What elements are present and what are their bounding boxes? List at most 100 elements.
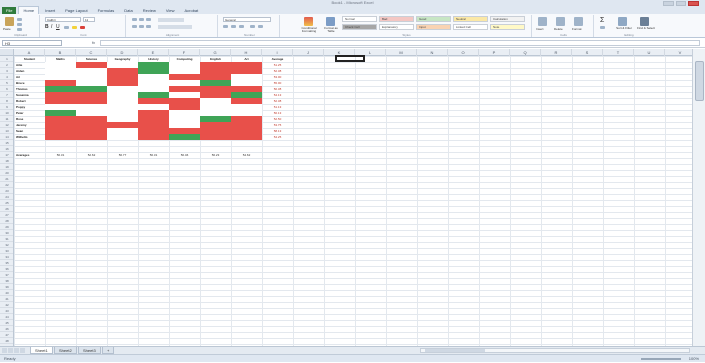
font-name-select[interactable]: Calibri xyxy=(45,17,81,22)
ribbon-tab-view[interactable]: View xyxy=(162,7,179,14)
prev-sheet-icon[interactable] xyxy=(8,348,13,353)
sheet-tab-sheet1[interactable]: Sheet1 xyxy=(30,347,53,354)
fill-icon[interactable] xyxy=(600,26,605,29)
sheet-tab-sheet3[interactable]: Sheet3 xyxy=(78,347,101,354)
find-select-button[interactable]: Find & Select xyxy=(636,27,656,30)
borders-icon[interactable] xyxy=(64,26,69,29)
ribbon-tab-acrobat[interactable]: Acrobat xyxy=(180,7,202,14)
autosum-icon[interactable]: Σ xyxy=(600,17,604,24)
ribbon-tab-page-layout[interactable]: Page Layout xyxy=(61,7,91,14)
merge-center-button[interactable] xyxy=(158,25,192,29)
zoom-slider[interactable] xyxy=(641,358,681,360)
subject-average-cell[interactable]: 56.31 xyxy=(45,152,76,158)
worksheet-grid[interactable]: Student Maths Science Geography History Compu… xyxy=(14,56,692,346)
ribbon-tab-review[interactable]: Review xyxy=(139,7,160,14)
cell-style-calculation[interactable]: Calculation xyxy=(490,16,525,22)
column-header[interactable]: U xyxy=(634,49,665,56)
cell-style-note[interactable]: Note xyxy=(490,24,525,30)
student-name-cell[interactable]: Wilhelm xyxy=(14,134,47,140)
format-cells-icon[interactable] xyxy=(574,17,583,26)
averages-label-cell[interactable]: Averages xyxy=(14,152,47,158)
formula-input[interactable] xyxy=(100,40,700,46)
column-header[interactable]: B xyxy=(45,49,76,56)
vertical-scroll-thumb[interactable] xyxy=(695,61,704,101)
insert-button[interactable]: Insert xyxy=(536,27,544,31)
align-right-icon[interactable] xyxy=(146,25,151,28)
cell-style-bad[interactable]: Bad xyxy=(379,16,414,22)
column-header[interactable]: S xyxy=(572,49,603,56)
paste-icon[interactable] xyxy=(5,17,14,26)
column-header[interactable]: F xyxy=(169,49,200,56)
subject-average-cell[interactable]: 56.31 xyxy=(138,152,169,158)
copy-icon[interactable] xyxy=(17,23,22,26)
column-header[interactable]: H xyxy=(231,49,262,56)
comma-icon[interactable] xyxy=(239,25,244,28)
score-cell[interactable] xyxy=(231,134,262,140)
column-header[interactable]: J xyxy=(293,49,324,56)
format-painter-icon[interactable] xyxy=(17,28,22,31)
column-header[interactable]: A xyxy=(14,49,45,56)
score-cell[interactable] xyxy=(200,134,231,140)
column-header[interactable]: N xyxy=(417,49,448,56)
ribbon-tab-data[interactable]: Data xyxy=(120,7,136,14)
next-sheet-icon[interactable] xyxy=(14,348,19,353)
horizontal-scroll-thumb[interactable] xyxy=(425,349,485,352)
score-cell[interactable] xyxy=(169,134,200,140)
wrap-text-button[interactable] xyxy=(158,18,184,22)
find-select-icon[interactable] xyxy=(640,17,649,26)
align-center-icon[interactable] xyxy=(139,25,144,28)
row-header[interactable]: 48 xyxy=(0,338,13,344)
cell-style-normal[interactable]: Normal xyxy=(342,16,377,22)
active-cell[interactable] xyxy=(335,55,365,62)
sort-filter-icon[interactable] xyxy=(618,17,627,26)
ribbon-tab-home[interactable]: Home xyxy=(18,6,40,14)
conditional-formatting-icon[interactable] xyxy=(304,17,313,26)
score-cell[interactable] xyxy=(138,134,169,140)
column-header[interactable]: Q xyxy=(510,49,541,56)
sort-filter-button[interactable]: Sort & Filter xyxy=(614,27,634,30)
new-sheet-icon[interactable]: + xyxy=(102,347,115,354)
delete-button[interactable]: Delete xyxy=(554,27,563,31)
column-header[interactable]: T xyxy=(603,49,634,56)
score-cell[interactable] xyxy=(76,134,107,140)
cell-style-neutral[interactable]: Neutral xyxy=(453,16,488,22)
score-cell[interactable] xyxy=(107,134,138,140)
decrease-decimal-icon[interactable] xyxy=(258,25,263,28)
first-sheet-icon[interactable] xyxy=(2,348,7,353)
fill-color-icon[interactable] xyxy=(72,26,77,29)
ribbon-tab-insert[interactable]: Insert xyxy=(41,7,59,14)
name-box[interactable]: H3 xyxy=(2,40,62,46)
subject-average-cell[interactable]: 56.23 xyxy=(200,152,231,158)
column-header[interactable]: R xyxy=(541,49,572,56)
cell-style-explanatory[interactable]: Explanatory xyxy=(379,24,414,30)
percent-icon[interactable] xyxy=(231,25,236,28)
sheet-tab-sheet2[interactable]: Sheet2 xyxy=(54,347,77,354)
bold-icon[interactable]: B xyxy=(45,24,49,30)
column-header[interactable]: M xyxy=(386,49,417,56)
column-header[interactable]: O xyxy=(448,49,479,56)
align-left-icon[interactable] xyxy=(132,25,137,28)
insert-cells-icon[interactable] xyxy=(538,17,547,26)
cut-icon[interactable] xyxy=(17,18,22,21)
score-cell[interactable] xyxy=(45,134,76,140)
cell-style-input[interactable]: Input xyxy=(416,24,451,30)
insert-function-icon[interactable]: fx xyxy=(64,40,98,46)
font-color-icon[interactable] xyxy=(80,26,85,29)
format-as-table-icon[interactable] xyxy=(326,17,335,26)
subject-average-cell[interactable]: 56.77 xyxy=(107,152,138,158)
column-header[interactable]: E xyxy=(138,49,169,56)
format-button[interactable]: Format xyxy=(572,27,582,31)
vertical-scrollbar[interactable] xyxy=(692,49,705,346)
select-all-corner[interactable] xyxy=(0,49,14,56)
column-header[interactable]: C xyxy=(76,49,107,56)
italic-icon[interactable]: I xyxy=(51,24,52,30)
cell-style-linked-cell[interactable]: Linked Cell xyxy=(453,24,488,30)
align-top-icon[interactable] xyxy=(132,18,137,21)
number-format-select[interactable]: General xyxy=(223,17,271,22)
average-cell[interactable]: 54.25 xyxy=(262,134,293,140)
subject-average-cell[interactable]: 52.62 xyxy=(76,152,107,158)
align-middle-icon[interactable] xyxy=(139,18,144,21)
align-bottom-icon[interactable] xyxy=(146,18,151,21)
font-size-select[interactable]: 11 xyxy=(83,17,95,22)
subject-average-cell[interactable]: 56.46 xyxy=(169,152,200,158)
